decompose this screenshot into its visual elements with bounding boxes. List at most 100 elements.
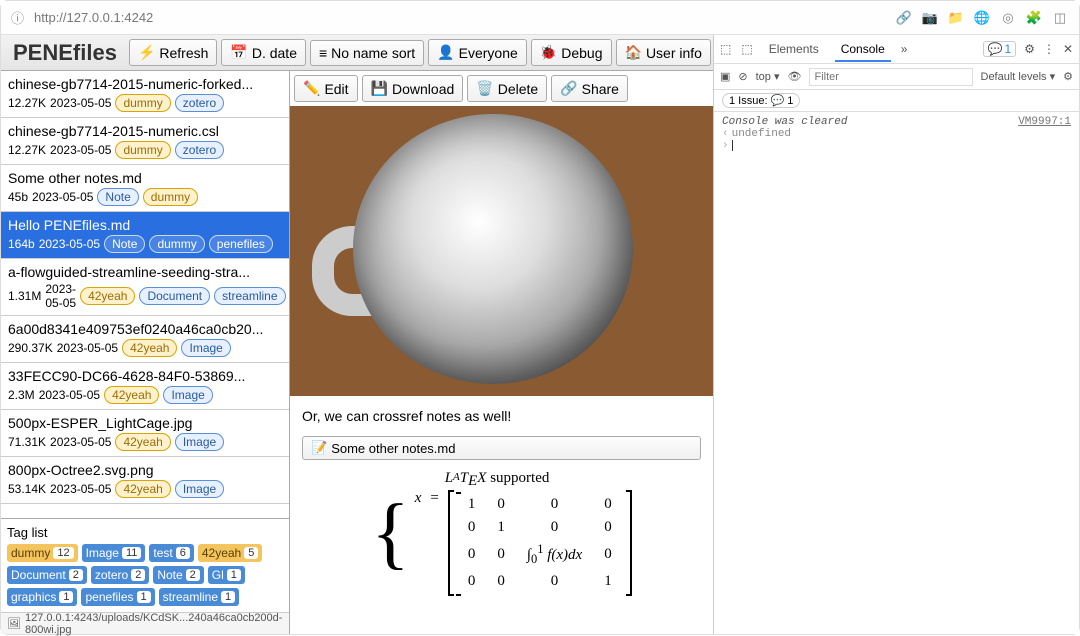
target-icon[interactable]: ◎	[999, 9, 1017, 27]
app-toolbar: PENEfiles ⚡Refresh 📅D. date ≡No name sor…	[1, 35, 713, 71]
share-button[interactable]: 🔗Share	[551, 75, 628, 102]
camera-icon[interactable]: 📷	[921, 9, 939, 27]
tab-console[interactable]: Console	[835, 38, 891, 62]
sidebar-icon[interactable]: ◫	[1051, 9, 1069, 27]
taglist-zotero[interactable]: zotero2	[91, 566, 149, 584]
debug-button[interactable]: 🐞Debug	[531, 39, 612, 66]
file-name: a-flowguided-streamline-seeding-stra...	[8, 264, 282, 280]
file-name: 500px-ESPER_LightCage.jpg	[8, 415, 282, 431]
taglist-streamline[interactable]: streamline1	[159, 588, 239, 606]
file-item[interactable]: 800px-Octree2.svg.png53.14K2023-05-0542y…	[1, 457, 289, 504]
file-item[interactable]: 500px-ESPER_LightCage.jpg71.31K2023-05-0…	[1, 410, 289, 457]
tag-42yeah[interactable]: 42yeah	[115, 480, 170, 498]
tag-note[interactable]: Note	[97, 188, 138, 206]
file-item[interactable]: chinese-gb7714-2015-numeric-forked...12.…	[1, 71, 289, 118]
file-name: chinese-gb7714-2015-numeric-forked...	[8, 76, 282, 92]
more-tabs[interactable]: »	[901, 42, 908, 56]
delete-button[interactable]: 🗑️Delete	[467, 75, 547, 102]
taglist-42yeah[interactable]: 42yeah5	[198, 544, 263, 562]
taglist-image[interactable]: Image11	[82, 544, 146, 562]
taglist-gl[interactable]: Gl1	[208, 566, 245, 584]
puzzle-icon[interactable]: 🧩	[1025, 9, 1043, 27]
tag-penefiles[interactable]: penefiles	[209, 235, 273, 253]
tag-dummy[interactable]: dummy	[149, 235, 204, 253]
refresh-button[interactable]: ⚡Refresh	[129, 39, 217, 66]
tag-document[interactable]: Document	[139, 287, 210, 305]
edit-button[interactable]: ✏️Edit	[294, 75, 358, 102]
eye-icon[interactable]: 👁	[788, 70, 802, 83]
ddate-button[interactable]: 📅D. date	[221, 39, 306, 66]
file-item[interactable]: Hello PENEfiles.md164b2023-05-05Notedumm…	[1, 212, 289, 259]
latex-block: { LATEX supported x= 1000 0100 00∫0	[290, 460, 713, 606]
levels-selector[interactable]: Default levels ▾	[981, 70, 1056, 83]
error-badge[interactable]: 💬1	[983, 41, 1017, 57]
file-meta: 2.3M2023-05-0542yeahImage	[8, 386, 282, 404]
console-undefined: undefined	[732, 128, 791, 140]
namesort-button[interactable]: ≡No name sort	[310, 40, 424, 66]
tag-image[interactable]: Image	[175, 433, 224, 451]
tag-42yeah[interactable]: 42yeah	[122, 339, 177, 357]
console-source[interactable]: VM9997:1	[1018, 116, 1071, 128]
file-name: Hello PENEfiles.md	[8, 217, 282, 233]
file-name: 33FECC90-DC66-4628-84F0-53869...	[8, 368, 282, 384]
device-icon[interactable]: ⬚	[741, 42, 752, 56]
app-title: PENEfiles	[5, 40, 125, 66]
taglist-dummy[interactable]: dummy12	[7, 544, 78, 562]
tag-streamline[interactable]: streamline	[214, 287, 285, 305]
context-selector[interactable]: top ▾	[756, 70, 780, 83]
tag-42yeah[interactable]: 42yeah	[80, 287, 135, 305]
file-item[interactable]: Some other notes.md45b2023-05-05Notedumm…	[1, 165, 289, 212]
file-name: 6a00d8341e409753ef0240a46ca0cb20...	[8, 321, 282, 337]
browser-address-bar: ⓘ http://127.0.0.1:4242 🔗 📷 📁 🌐 ◎ 🧩 ◫	[1, 1, 1079, 35]
status-bar: 🖼127.0.0.1:4243/uploads/KCdSK...240a46ca…	[1, 612, 289, 634]
tag-image[interactable]: Image	[163, 386, 212, 404]
tag-dummy[interactable]: dummy	[115, 141, 170, 159]
taglist-document[interactable]: Document2	[7, 566, 87, 584]
note-image	[290, 106, 713, 396]
file-item[interactable]: 6a00d8341e409753ef0240a46ca0cb20... 290.3…	[1, 316, 289, 363]
taglist-note[interactable]: Note2	[153, 566, 203, 584]
console-settings-icon[interactable]: ⚙	[1063, 70, 1073, 83]
taglist-penefiles[interactable]: penefiles1	[81, 588, 154, 606]
link-icon[interactable]: 🔗	[895, 9, 913, 27]
file-item[interactable]: a-flowguided-streamline-seeding-stra...1…	[1, 259, 289, 316]
taglist-test[interactable]: test6	[149, 544, 193, 562]
url-text: http://127.0.0.1:4242	[34, 10, 153, 25]
tag-dummy[interactable]: dummy	[143, 188, 198, 206]
file-meta: 12.27K2023-05-05dummyzotero	[8, 94, 282, 112]
tag-42yeah[interactable]: 42yeah	[104, 386, 159, 404]
file-list: chinese-gb7714-2015-numeric-forked...12.…	[1, 71, 289, 518]
tag-42yeah[interactable]: 42yeah	[115, 433, 170, 451]
clear-icon[interactable]: ⊘	[738, 70, 747, 83]
tag-section: Tag list dummy12Image11test642yeah5Docum…	[1, 518, 289, 612]
console-cursor[interactable]	[732, 140, 733, 151]
crossref-text: Or, we can crossref notes as well!	[290, 396, 713, 436]
globe-icon[interactable]: 🌐	[973, 9, 991, 27]
close-icon[interactable]: ✕	[1063, 42, 1073, 56]
sidebar-toggle-icon[interactable]: ▣	[720, 70, 730, 83]
inspect-icon[interactable]: ⬚	[720, 42, 731, 56]
folder-icon[interactable]: 📁	[947, 9, 965, 27]
userinfo-button[interactable]: 🏠User info	[616, 39, 711, 66]
kebab-icon[interactable]: ⋮	[1043, 42, 1055, 56]
tag-zotero[interactable]: zotero	[175, 94, 224, 112]
file-name: chinese-gb7714-2015-numeric.csl	[8, 123, 282, 139]
issue-pill[interactable]: 1 Issue: 💬1	[722, 93, 800, 108]
tab-elements[interactable]: Elements	[763, 38, 825, 60]
tag-note[interactable]: Note	[104, 235, 145, 253]
settings-icon[interactable]: ⚙	[1024, 42, 1035, 56]
everyone-button[interactable]: 👤Everyone	[428, 39, 527, 66]
tag-zotero[interactable]: zotero	[175, 141, 224, 159]
filter-input[interactable]	[809, 68, 972, 86]
tag-dummy[interactable]: dummy	[115, 94, 170, 112]
taglist-graphics[interactable]: graphics1	[7, 588, 77, 606]
file-meta: 290.37K2023-05-0542yeahImage	[8, 339, 282, 357]
file-meta: 164b2023-05-05Notedummypenefiles	[8, 235, 282, 253]
info-icon: ⓘ	[11, 8, 24, 27]
file-item[interactable]: chinese-gb7714-2015-numeric.csl12.27K202…	[1, 118, 289, 165]
tag-image[interactable]: Image	[175, 480, 224, 498]
download-button[interactable]: 💾Download	[362, 75, 464, 102]
file-item[interactable]: 33FECC90-DC66-4628-84F0-53869... 2.3M2023…	[1, 363, 289, 410]
note-crossref-link[interactable]: 📝Some other notes.md	[302, 436, 701, 460]
tag-image[interactable]: Image	[181, 339, 230, 357]
